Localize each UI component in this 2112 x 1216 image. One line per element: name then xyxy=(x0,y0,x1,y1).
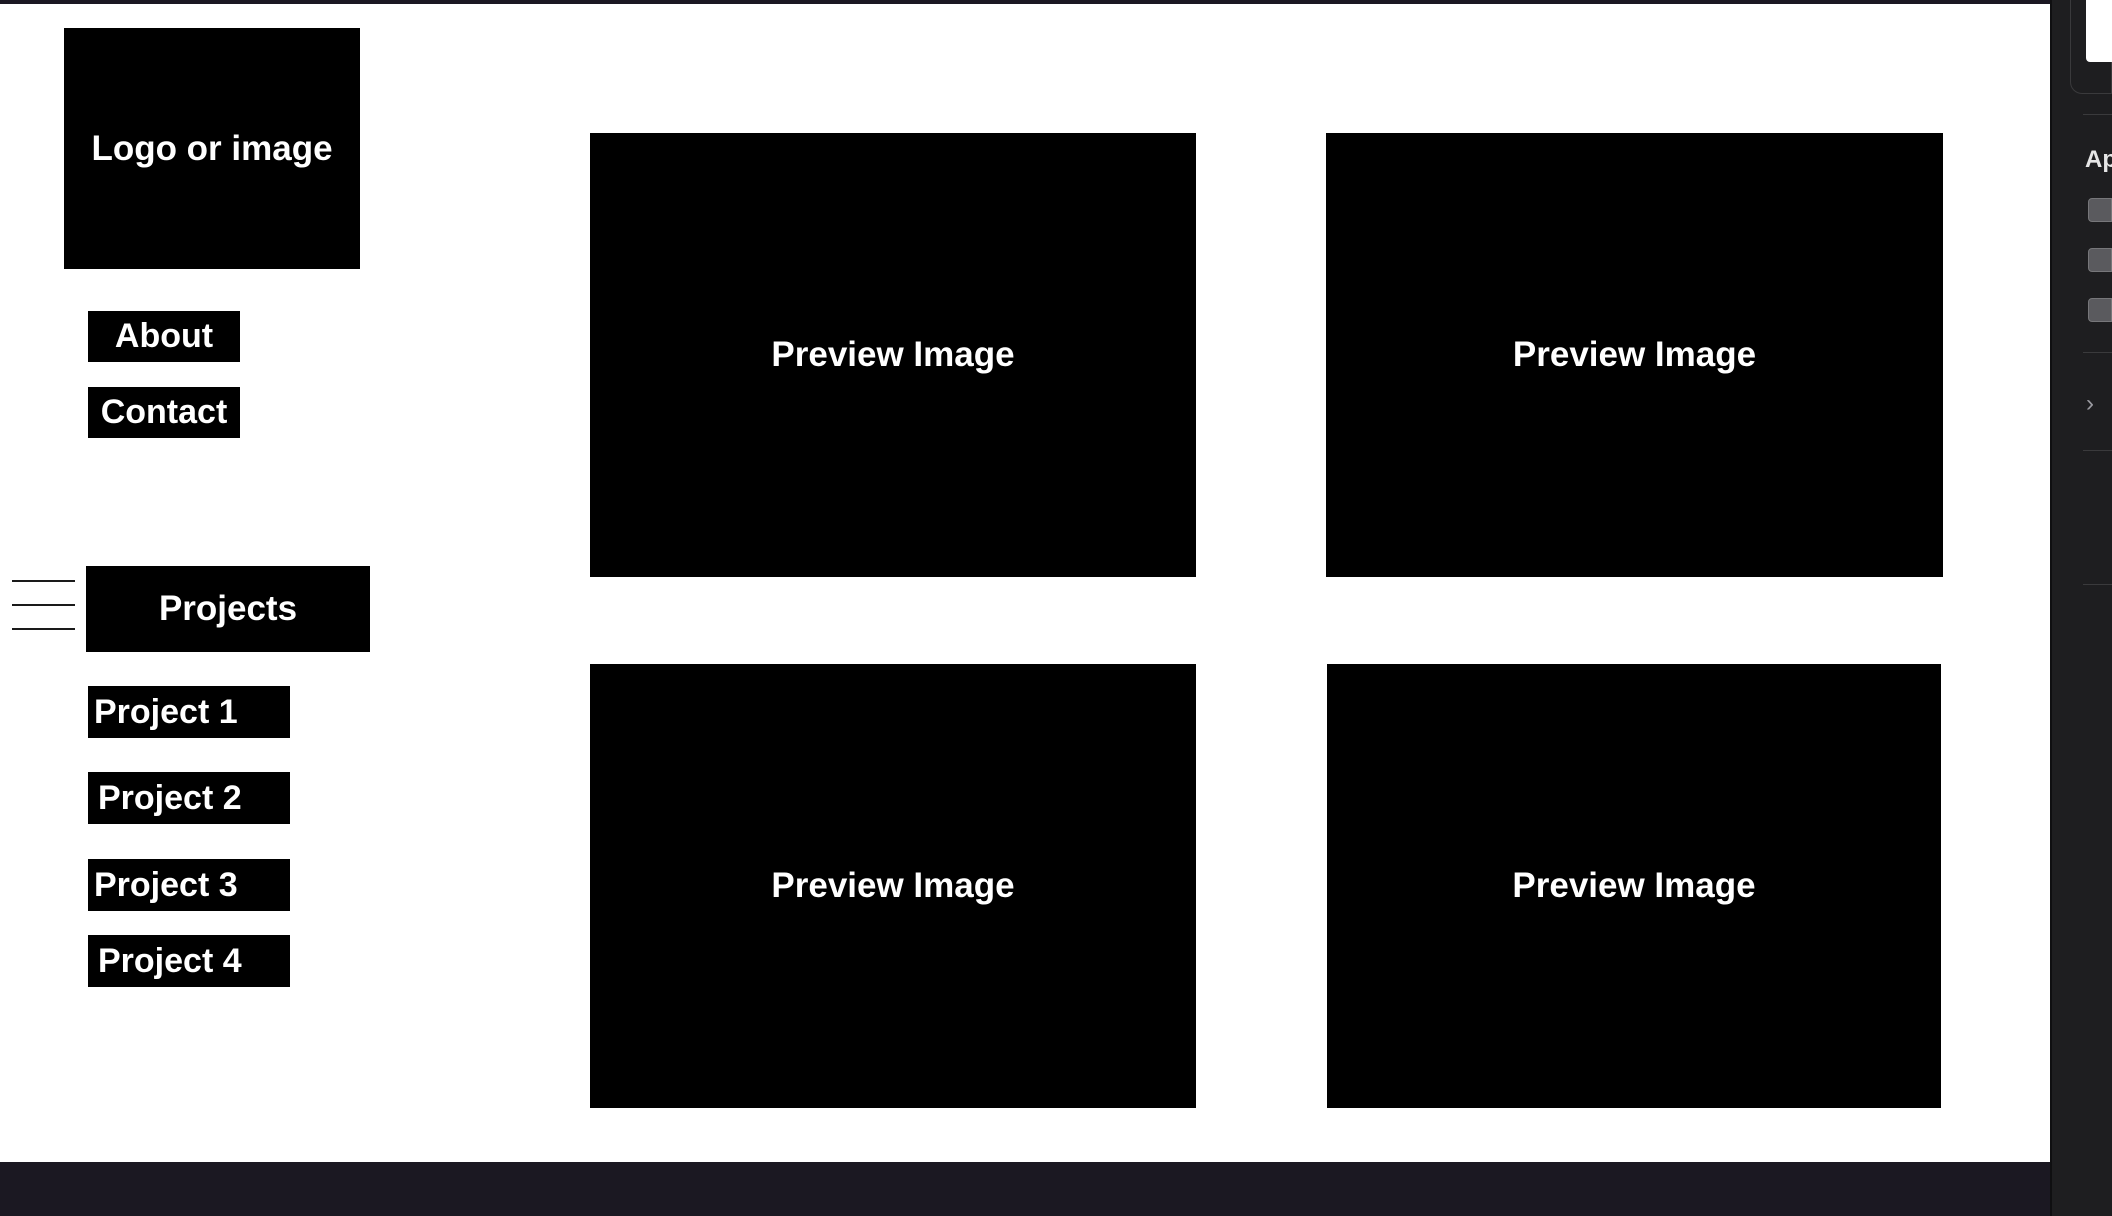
preview-image-tile[interactable]: Preview Image xyxy=(1326,133,1943,577)
project-link-1[interactable]: Project 1 xyxy=(88,686,290,738)
chevron-right-icon[interactable]: › xyxy=(2086,390,2094,418)
inspector-toggle[interactable] xyxy=(2088,248,2112,272)
project-link-2[interactable]: Project 2 xyxy=(88,772,290,824)
projects-menu-button[interactable]: Projects xyxy=(86,566,370,652)
inspector-section-label: Ap xyxy=(2085,146,2112,173)
inspector-toggle[interactable] xyxy=(2088,298,2112,322)
nav-about-link[interactable]: About xyxy=(88,311,240,362)
project-link-4[interactable]: Project 4 xyxy=(88,935,290,987)
hamburger-menu-icon[interactable] xyxy=(12,580,75,632)
project-link-3[interactable]: Project 3 xyxy=(88,859,290,911)
preview-image-tile[interactable]: Preview Image xyxy=(1327,664,1941,1108)
page-thumbnail[interactable] xyxy=(2086,0,2112,62)
nav-contact-link[interactable]: Contact xyxy=(88,387,240,438)
inspector-panel xyxy=(2050,0,2112,1216)
preview-image-tile[interactable]: Preview Image xyxy=(590,133,1196,577)
inspector-toggle[interactable] xyxy=(2088,198,2112,222)
logo-placeholder[interactable]: Logo or image xyxy=(64,28,360,269)
inspector-divider xyxy=(2083,114,2112,115)
inspector-divider xyxy=(2083,352,2112,353)
inspector-divider xyxy=(2083,584,2112,585)
preview-image-tile[interactable]: Preview Image xyxy=(590,664,1196,1108)
bottom-toolbar xyxy=(0,1162,2050,1216)
inspector-divider xyxy=(2083,450,2112,451)
